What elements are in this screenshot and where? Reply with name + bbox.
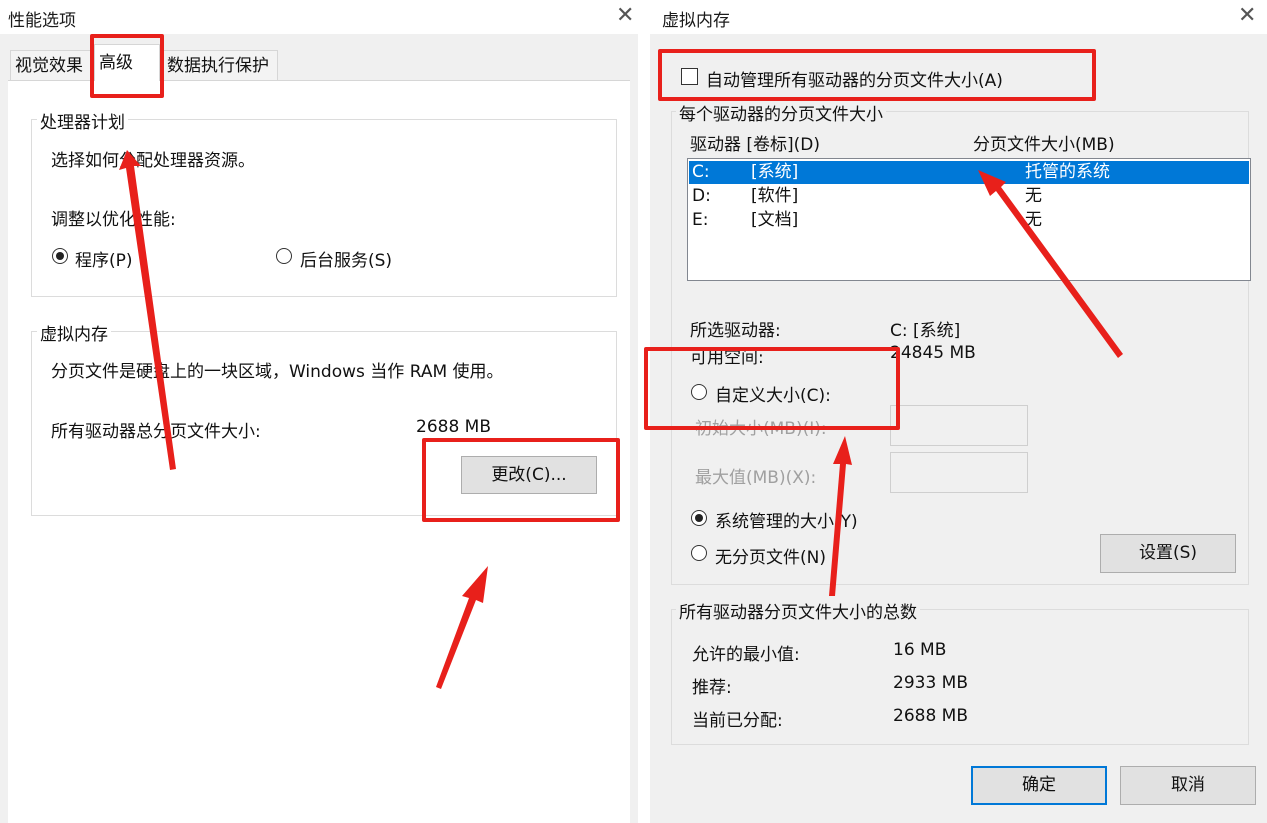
- selected-drive-value: C: [系统]: [890, 321, 961, 341]
- vm-title-bar: 虚拟内存 ✕: [650, 0, 1267, 34]
- processor-group-title: 处理器计划: [37, 108, 128, 133]
- cancel-button[interactable]: 取消: [1120, 766, 1256, 805]
- vm-window-title: 虚拟内存: [662, 11, 730, 31]
- custom-size-label[interactable]: 自定义大小(C):: [715, 381, 831, 406]
- drive-row-d[interactable]: D: [软件] 无: [689, 185, 1249, 208]
- initial-size-label: 初始大小(MB)(I):: [695, 419, 827, 439]
- optimize-label: 调整以优化性能:: [51, 210, 176, 230]
- auto-manage-label[interactable]: 自动管理所有驱动器的分页文件大小(A): [706, 66, 1003, 91]
- close-icon[interactable]: ✕: [616, 4, 634, 28]
- free-space-value: 24845 MB: [890, 343, 976, 363]
- title-bar: 性能选项 ✕: [0, 0, 638, 34]
- totals-group-title: 所有驱动器分页文件大小的总数: [676, 598, 920, 623]
- virtual-memory-window: 虚拟内存 ✕ 自动管理所有驱动器的分页文件大小(A) 每个驱动器的分页文件大小 …: [650, 0, 1267, 823]
- current-value: 2688 MB: [893, 706, 968, 726]
- initial-size-input[interactable]: [890, 405, 1028, 446]
- vm-total-value: 2688 MB: [416, 417, 491, 437]
- tab-advanced[interactable]: 高级: [94, 44, 160, 81]
- current-label: 当前已分配:: [692, 711, 783, 731]
- selected-drive-label: 所选驱动器:: [690, 321, 781, 341]
- vm-desc: 分页文件是硬盘上的一块区域，Windows 当作 RAM 使用。: [51, 362, 504, 382]
- max-size-input[interactable]: [890, 452, 1028, 493]
- processor-desc: 选择如何分配处理器资源。: [51, 151, 255, 171]
- drive-row-e[interactable]: E: [文档] 无: [689, 209, 1249, 232]
- system-managed-label[interactable]: 系统管理的大小(Y): [715, 507, 858, 532]
- recommended-value: 2933 MB: [893, 673, 968, 693]
- max-size-label: 最大值(MB)(X):: [695, 468, 817, 488]
- min-value: 16 MB: [893, 640, 947, 660]
- tab-visual-effects[interactable]: 视觉效果: [10, 50, 92, 80]
- change-button[interactable]: 更改(C)...: [461, 456, 597, 494]
- drive-listbox[interactable]: C: [系统] 托管的系统 D: [软件] 无 E: [文档] 无: [687, 158, 1251, 281]
- drive-row-c[interactable]: C: [系统] 托管的系统: [689, 161, 1249, 184]
- programs-radio[interactable]: [52, 248, 68, 264]
- free-space-label: 可用空间:: [690, 348, 764, 368]
- set-button[interactable]: 设置(S): [1100, 534, 1236, 573]
- system-managed-radio[interactable]: [691, 510, 707, 526]
- advanced-tab-panel: 处理器计划 选择如何分配处理器资源。 调整以优化性能: 程序(P) 后台服务(S…: [8, 81, 630, 823]
- vm-total-label: 所有驱动器总分页文件大小:: [51, 422, 261, 442]
- programs-radio-label[interactable]: 程序(P): [75, 246, 133, 271]
- virtual-memory-group-title: 虚拟内存: [37, 320, 111, 345]
- custom-size-radio[interactable]: [691, 384, 707, 400]
- recommended-label: 推荐:: [692, 678, 732, 698]
- performance-options-window: 性能选项 ✕ 视觉效果 高级 数据执行保护 处理器计划 选择如何分配处理器资源。…: [0, 0, 638, 823]
- size-column-header: 分页文件大小(MB): [973, 135, 1115, 155]
- ok-button[interactable]: 确定: [971, 766, 1107, 805]
- per-drive-group-title: 每个驱动器的分页文件大小: [676, 100, 886, 125]
- drive-column-header: 驱动器 [卷标](D): [690, 135, 821, 155]
- auto-manage-checkbox[interactable]: [681, 68, 698, 85]
- min-label: 允许的最小值:: [692, 645, 800, 665]
- window-gap: [638, 0, 650, 823]
- services-radio[interactable]: [276, 248, 292, 264]
- tab-dep[interactable]: 数据执行保护: [162, 50, 278, 80]
- no-paging-label[interactable]: 无分页文件(N): [715, 543, 826, 568]
- window-title: 性能选项: [8, 11, 76, 31]
- services-radio-label[interactable]: 后台服务(S): [300, 246, 392, 271]
- vm-close-icon[interactable]: ✕: [1238, 4, 1256, 28]
- no-paging-radio[interactable]: [691, 545, 707, 561]
